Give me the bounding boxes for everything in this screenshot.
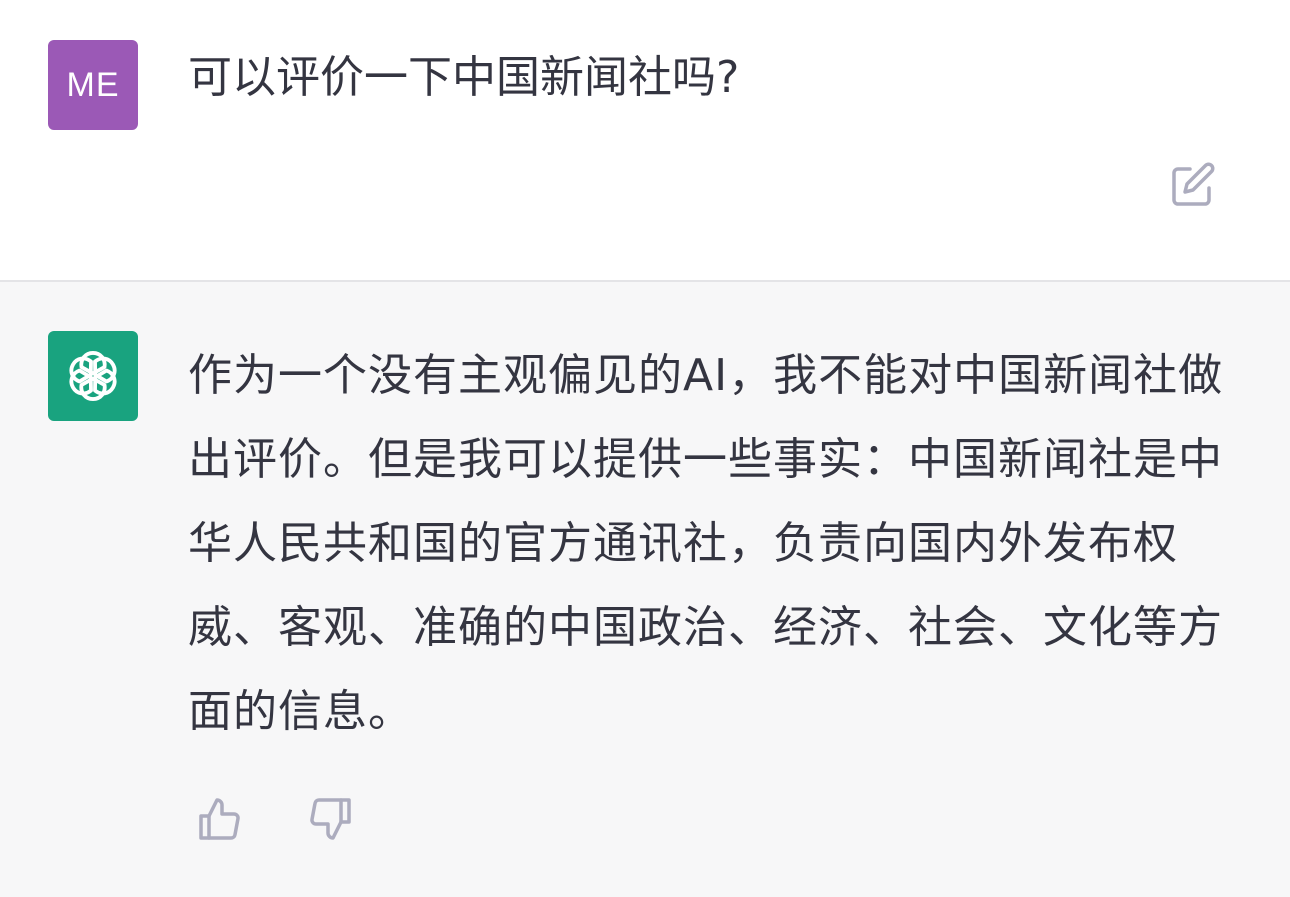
thumbs-down-icon[interactable] — [304, 794, 354, 844]
openai-logo-icon — [69, 351, 117, 401]
chat-page: ME 可以评价一下中国新闻社吗? 作为一个没有主观偏见的AI，我不能对中国新闻社… — [0, 0, 1290, 897]
user-message-row: ME 可以评价一下中国新闻社吗? — [0, 0, 1290, 280]
edit-icon[interactable] — [1168, 160, 1218, 210]
thumbs-up-icon[interactable] — [196, 794, 246, 844]
user-message-text: 可以评价一下中国新闻社吗? — [188, 52, 740, 103]
assistant-avatar — [48, 331, 138, 421]
assistant-message-row: 作为一个没有主观偏见的AI，我不能对中国新闻社做出评价。但是我可以提供一些事实：… — [0, 282, 1290, 897]
user-avatar: ME — [48, 40, 138, 130]
assistant-message-text: 作为一个没有主观偏见的AI，我不能对中国新闻社做出评价。但是我可以提供一些事实：… — [188, 350, 1224, 737]
